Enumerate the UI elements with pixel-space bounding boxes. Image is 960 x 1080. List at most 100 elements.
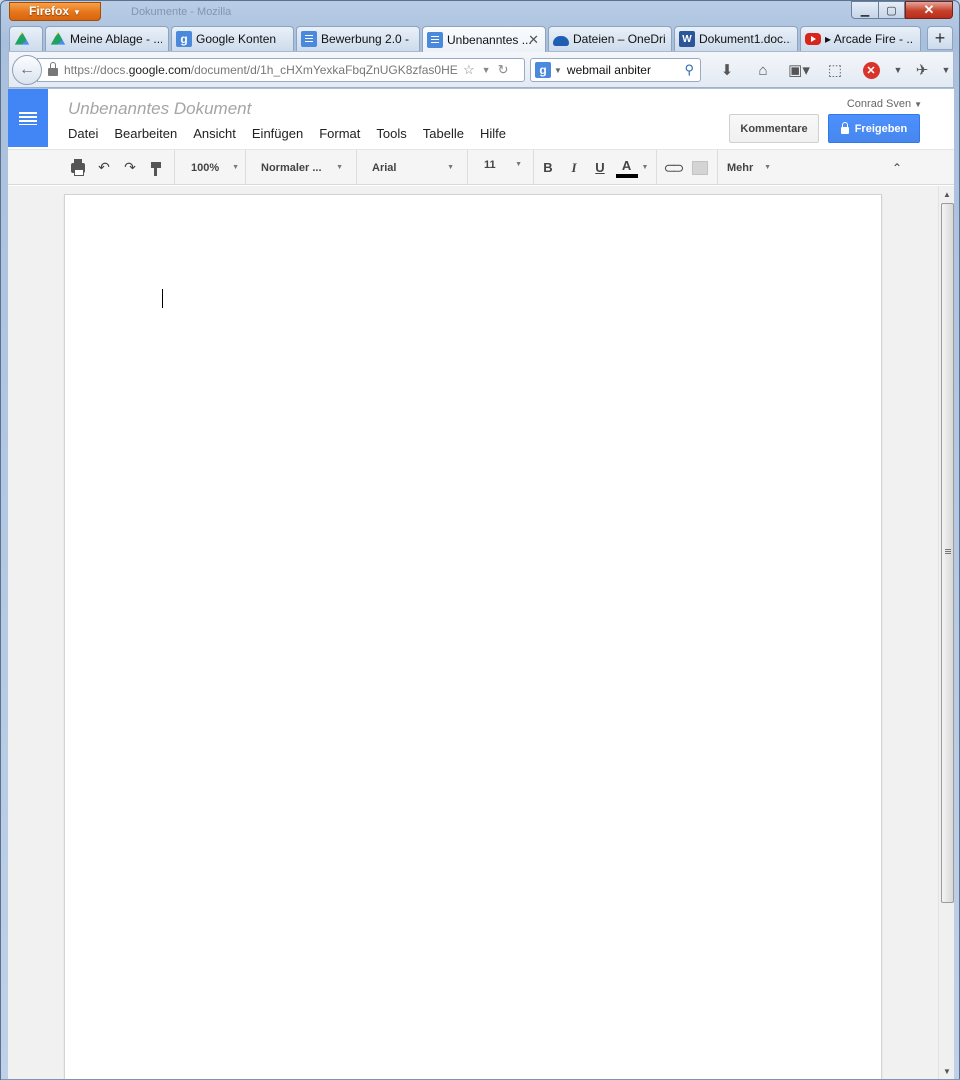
document-title[interactable]: Unbenanntes Dokument — [68, 99, 251, 119]
toolbar-divider — [717, 150, 718, 185]
document-canvas — [8, 186, 938, 1079]
insert-link-button[interactable]: ⊂⊃ — [660, 150, 684, 185]
menu-format[interactable]: Format — [319, 126, 360, 141]
toolbar-divider — [356, 150, 357, 185]
more-menu[interactable]: Mehr ▼ — [727, 150, 771, 185]
undo-icon: ↶ — [98, 159, 110, 175]
menu-datei[interactable]: Datei — [68, 126, 98, 141]
collapse-toolbar-button[interactable]: ⌃ — [885, 150, 909, 185]
google-docs-app: Unbenanntes Dokument Datei Bearbeiten An… — [8, 89, 954, 1079]
window-controls: ▁ ▢ ✕ — [851, 1, 953, 19]
tab-unbenanntes-dokument[interactable]: Unbenanntes ... ✕ — [422, 26, 546, 52]
lock-icon — [840, 121, 849, 134]
print-button[interactable] — [66, 150, 90, 185]
chevron-down-icon[interactable]: ▼ — [937, 60, 955, 80]
bookmark-star-icon[interactable]: ☆ — [463, 62, 475, 78]
scroll-up-arrow-icon[interactable]: ▲ — [939, 186, 955, 202]
url-bar[interactable]: https://docs.google.com/document/d/1h_cH… — [37, 58, 525, 82]
document-page[interactable] — [64, 194, 882, 1079]
search-icon[interactable]: ⚲ — [684, 62, 694, 78]
adblock-icon[interactable]: ✕ — [853, 60, 889, 80]
underline-icon: U — [595, 160, 605, 175]
addon-icon[interactable]: ✈ — [907, 60, 937, 80]
close-window-button[interactable]: ✕ — [905, 1, 953, 19]
scroll-down-arrow-icon[interactable]: ▼ — [939, 1063, 955, 1079]
screenshot-icon[interactable]: ⬚ — [817, 60, 853, 80]
bold-button[interactable]: B — [536, 150, 560, 185]
paragraph-style-select[interactable]: Normaler ... ▼ — [261, 150, 343, 185]
print-icon — [71, 158, 85, 176]
onedrive-icon — [553, 35, 569, 46]
italic-button[interactable]: I — [562, 150, 586, 185]
tab-google-konten[interactable]: g Google Konten — [171, 26, 294, 51]
menu-tabelle[interactable]: Tabelle — [423, 126, 464, 141]
tab-dokument1[interactable]: W Dokument1.doc... — [674, 26, 798, 51]
docs-home-logo[interactable] — [8, 89, 48, 147]
new-tab-button[interactable]: + — [927, 26, 953, 50]
lock-icon — [48, 62, 58, 76]
menu-ansicht[interactable]: Ansicht — [193, 126, 236, 141]
tab-meine-ablage[interactable]: Meine Ablage - ... — [45, 26, 169, 51]
chevron-down-icon: ▼ — [641, 164, 649, 171]
google-icon: g — [176, 31, 192, 47]
docs-header: Unbenanntes Dokument Datei Bearbeiten An… — [8, 89, 954, 149]
tab-bewerbung[interactable]: Bewerbung 2.0 - ... — [296, 26, 420, 51]
menu-bearbeiten[interactable]: Bearbeiten — [114, 126, 177, 141]
text-cursor — [162, 289, 163, 308]
account-switcher[interactable]: Conrad Sven ▼ — [847, 98, 922, 110]
toolbar-divider — [245, 150, 246, 185]
tab-label: Dokument1.doc... — [699, 32, 791, 46]
paragraph-style-value: Normaler ... — [261, 161, 322, 174]
menu-tools[interactable]: Tools — [376, 126, 406, 141]
font-size-select[interactable]: 11 ▼ — [484, 147, 522, 182]
toolbar-icons: ⬇ ⌂ ▣▾ ⬚ ✕ ▼ ✈ ▼ — [709, 60, 955, 80]
tab-onedrive[interactable]: Dateien – OneDri... — [548, 26, 672, 51]
google-drive-icon — [50, 31, 66, 45]
search-input[interactable] — [566, 63, 677, 77]
font-select[interactable]: Arial ▼ — [372, 150, 454, 185]
chevron-down-icon[interactable]: ▼ — [554, 66, 562, 75]
minimize-button[interactable]: ▁ — [851, 1, 878, 19]
menu-hilfe[interactable]: Hilfe — [480, 126, 506, 141]
tab-arcade-fire[interactable]: ▸ Arcade Fire - ... — [800, 26, 921, 51]
firefox-menu-label: Firefox — [29, 4, 70, 18]
paint-format-icon — [151, 161, 161, 176]
tab-pinned-drive[interactable] — [9, 26, 43, 51]
chevron-down-icon[interactable]: ▼ — [889, 60, 907, 80]
vertical-scrollbar[interactable]: ▲ ▼ — [938, 186, 954, 1079]
redo-button[interactable]: ↷ — [118, 150, 142, 185]
chevron-down-icon: ▼ — [73, 8, 81, 17]
menu-einfuegen[interactable]: Einfügen — [252, 126, 303, 141]
home-icon[interactable]: ⌂ — [745, 60, 781, 80]
comment-icon — [692, 160, 708, 175]
zoom-select[interactable]: 100% ▼ — [191, 150, 239, 185]
bookmarks-menu-icon[interactable]: ▣▾ — [781, 60, 817, 80]
share-button-label: Freigeben — [854, 122, 908, 135]
maximize-button[interactable]: ▢ — [878, 1, 905, 19]
scrollbar-thumb[interactable] — [941, 203, 954, 903]
comments-button[interactable]: Kommentare — [729, 114, 819, 143]
google-icon[interactable]: g — [535, 62, 551, 78]
arrow-left-icon: ← — [19, 61, 35, 78]
text-color-button[interactable]: A ▼ — [614, 150, 650, 185]
firefox-menu-button[interactable]: Firefox ▼ — [9, 2, 101, 21]
toolbar-divider — [533, 150, 534, 185]
underline-button[interactable]: U — [588, 150, 612, 185]
search-bar[interactable]: g ▼ ⚲ — [530, 58, 701, 82]
share-button[interactable]: Freigeben — [828, 114, 920, 143]
font-size-value: 11 — [484, 158, 496, 171]
close-tab-icon[interactable]: ✕ — [528, 32, 539, 48]
insert-comment-button[interactable] — [688, 150, 712, 185]
reload-icon[interactable]: ↻ — [498, 62, 509, 78]
download-icon[interactable]: ⬇ — [709, 60, 745, 80]
paint-format-button[interactable] — [144, 150, 168, 185]
chevron-down-icon[interactable]: ▼ — [482, 65, 491, 75]
chevron-down-icon: ▼ — [764, 164, 771, 171]
link-icon: ⊂⊃ — [663, 159, 684, 177]
tab-label: ▸ Arcade Fire - ... — [825, 32, 914, 46]
bold-icon: B — [543, 160, 553, 175]
tab-label: Bewerbung 2.0 - ... — [321, 32, 413, 46]
google-docs-icon — [427, 31, 443, 48]
undo-button[interactable]: ↶ — [92, 150, 116, 185]
back-button[interactable]: ← — [12, 55, 42, 85]
